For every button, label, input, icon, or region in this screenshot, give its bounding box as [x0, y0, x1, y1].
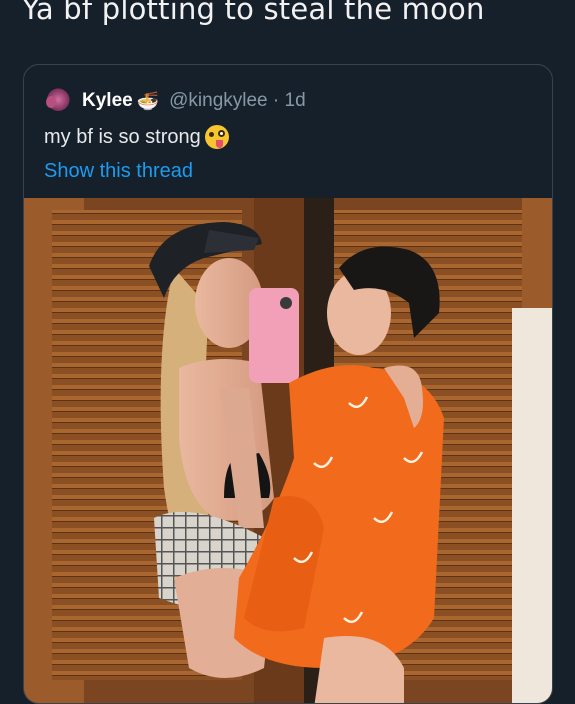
quoted-tweet-header: Kylee 🍜 @kingkylee · 1d: [44, 87, 306, 115]
show-thread-link[interactable]: Show this thread: [44, 160, 193, 183]
display-name[interactable]: Kylee: [82, 90, 133, 112]
quoted-tweet-card[interactable]: Kylee 🍜 @kingkylee · 1d my bf is so stro…: [23, 64, 553, 704]
handle-and-timestamp: @kingkylee · 1d: [169, 90, 306, 111]
user-avatar[interactable]: [44, 88, 70, 114]
zany-face-icon: [204, 125, 229, 149]
ramen-bowl-icon: 🍜: [136, 91, 160, 111]
tweet-text: my bf is so strong: [44, 125, 229, 149]
meme-caption: Ya bf plotting to steal the moon: [22, 0, 485, 26]
tweet-photo[interactable]: [24, 198, 552, 703]
mirror-selfie-photo: [24, 198, 552, 703]
tweet-text-body: my bf is so strong: [44, 125, 201, 148]
